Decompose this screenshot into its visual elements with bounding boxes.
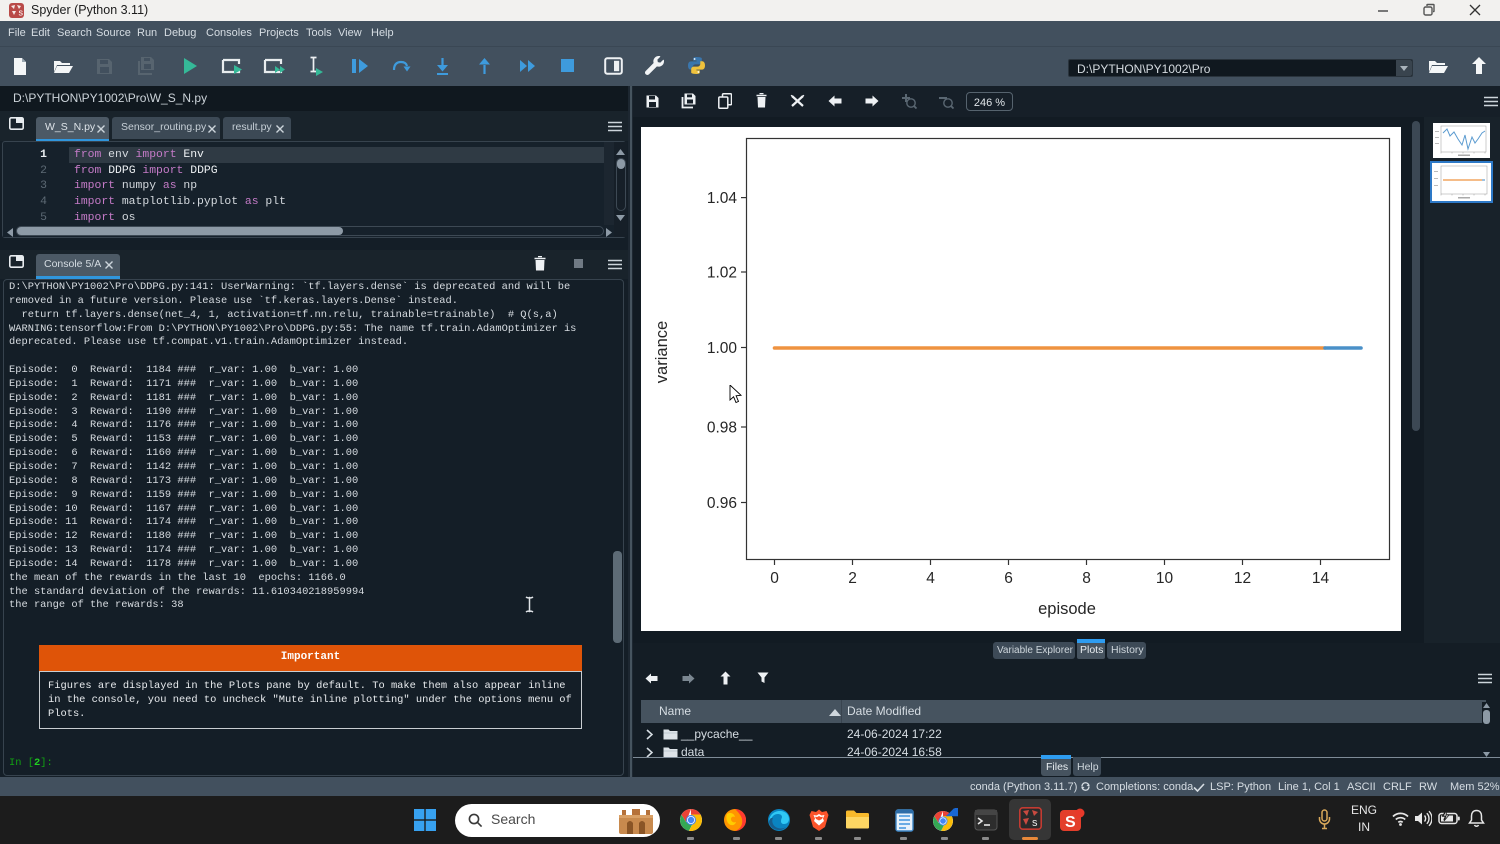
svg-text:1.02: 1.02 — [707, 264, 737, 281]
svg-text:0: 0 — [770, 570, 779, 587]
svg-text:episode: episode — [1038, 600, 1096, 618]
svg-text:14: 14 — [1312, 570, 1330, 587]
svg-text:12: 12 — [1234, 570, 1251, 587]
svg-text:variance: variance — [653, 321, 671, 383]
svg-text:s: s — [19, 8, 24, 18]
svg-text:S: S — [1065, 814, 1076, 831]
svg-text:2: 2 — [848, 570, 857, 587]
svg-text:0.98: 0.98 — [707, 419, 737, 436]
svg-text:8: 8 — [1082, 570, 1091, 587]
svg-text:1.00: 1.00 — [707, 340, 738, 357]
svg-text:4: 4 — [926, 570, 935, 587]
svg-text:0.96: 0.96 — [707, 495, 737, 512]
svg-text:1.04: 1.04 — [707, 190, 738, 207]
svg-text:s: s — [1032, 817, 1038, 829]
svg-text:6: 6 — [1004, 570, 1013, 587]
svg-text:10: 10 — [1156, 570, 1174, 587]
